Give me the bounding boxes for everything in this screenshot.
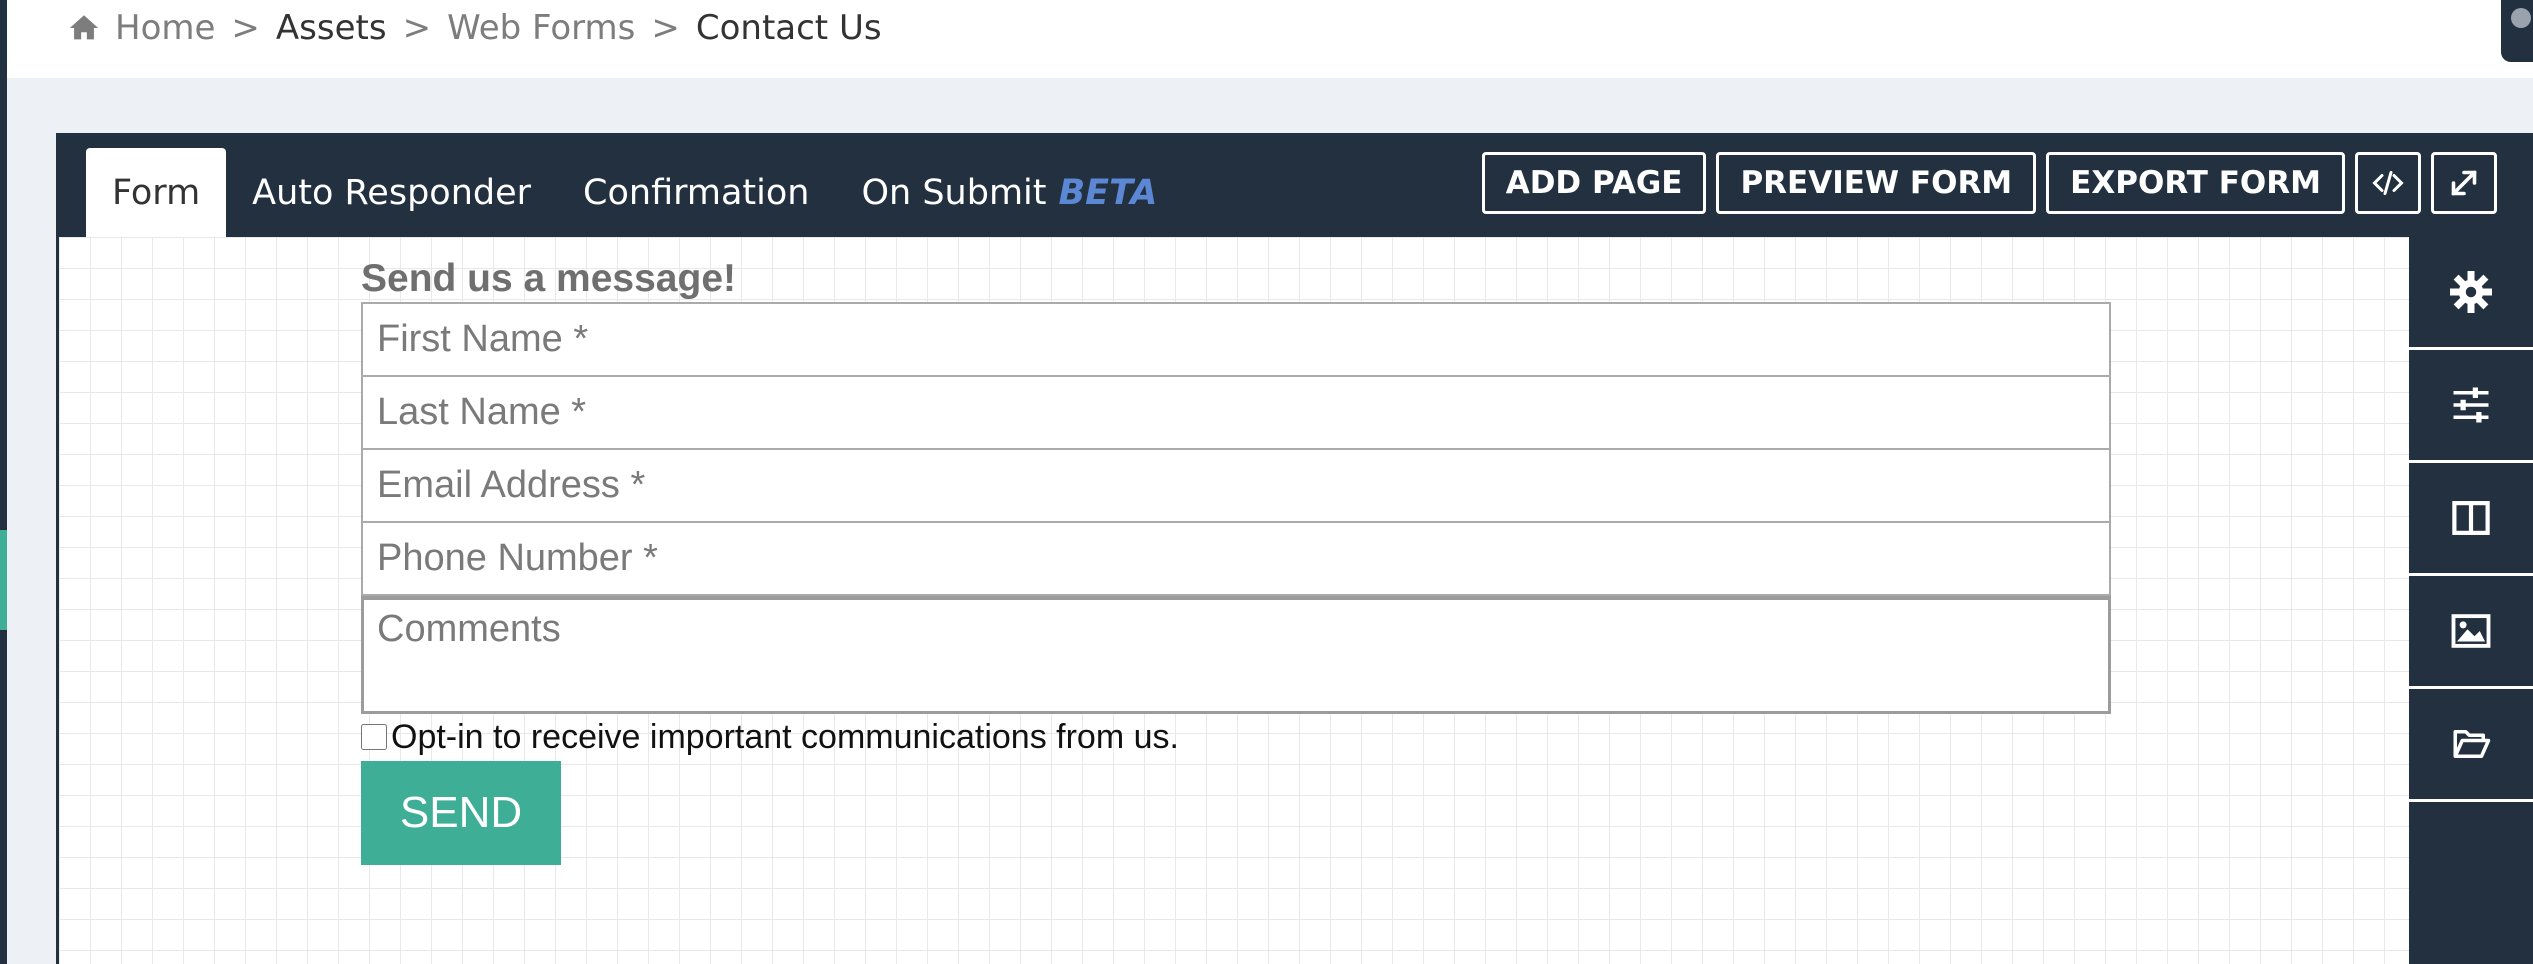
preview-form-button[interactable]: PREVIEW FORM: [1716, 152, 2037, 214]
breadcrumb-separator: >: [231, 8, 260, 48]
top-bar: Home > Assets > Web Forms > Contact Us: [7, 0, 2533, 78]
optin-row[interactable]: Opt-in to receive important communicatio…: [361, 717, 2111, 757]
side-toolbar: [2409, 237, 2533, 964]
gear-icon: [2450, 271, 2492, 313]
last-name-field[interactable]: [361, 375, 2111, 450]
open-files-button[interactable]: [2409, 689, 2533, 802]
first-name-field[interactable]: [361, 302, 2111, 377]
code-view-button[interactable]: [2355, 152, 2421, 214]
editor-actions: ADD PAGE PREVIEW FORM EXPORT FORM: [1481, 152, 2497, 214]
breadcrumb-home[interactable]: Home: [115, 8, 215, 48]
comments-field[interactable]: [361, 596, 2111, 714]
form-title: Send us a message!: [361, 257, 736, 300]
tab-confirmation[interactable]: Confirmation: [557, 148, 835, 237]
expand-icon: [2451, 170, 2477, 196]
sliders-icon: [2453, 387, 2489, 423]
beta-badge: BETA: [1058, 172, 1158, 213]
email-field[interactable]: [361, 448, 2111, 523]
tab-form-label: Form: [112, 172, 201, 213]
style-settings-button[interactable]: [2409, 350, 2533, 463]
insert-image-button[interactable]: [2409, 576, 2533, 689]
home-icon[interactable]: [67, 11, 101, 45]
tab-form[interactable]: Form: [86, 148, 227, 237]
breadcrumb-assets[interactable]: Assets: [276, 8, 387, 48]
breadcrumb-web-forms[interactable]: Web Forms: [447, 8, 635, 48]
send-button[interactable]: SEND: [361, 761, 561, 865]
form-canvas: Send us a message! Opt-in to receive imp…: [59, 237, 2409, 964]
tab-auto-responder[interactable]: Auto Responder: [226, 148, 557, 237]
form-editor-panel: Form Auto Responder Confirmation On Subm…: [56, 133, 2533, 964]
optin-label: Opt-in to receive important communicatio…: [391, 717, 1179, 756]
tab-confirmation-label: Confirmation: [583, 172, 810, 213]
contact-form: Send us a message! Opt-in to receive imp…: [361, 257, 2111, 865]
left-sidebar-edge: [0, 0, 7, 964]
tab-on-submit-label: On Submit: [861, 172, 1047, 213]
breadcrumb-current-page: Contact Us: [695, 8, 882, 48]
collapse-panel-button[interactable]: [2501, 0, 2533, 62]
collapse-icon: [2511, 8, 2531, 28]
editor-tabs: Form Auto Responder Confirmation On Subm…: [86, 148, 1183, 237]
breadcrumb-separator: >: [651, 8, 680, 48]
layout-columns-button[interactable]: [2409, 463, 2533, 576]
add-page-button[interactable]: ADD PAGE: [1481, 152, 1707, 214]
optin-checkbox[interactable]: [361, 724, 387, 750]
export-form-button[interactable]: EXPORT FORM: [2046, 152, 2345, 214]
settings-button[interactable]: [2409, 237, 2533, 350]
breadcrumb-separator: >: [402, 8, 432, 48]
columns-icon: [2452, 501, 2490, 535]
breadcrumb: Home > Assets > Web Forms > Contact Us: [67, 0, 882, 56]
phone-field[interactable]: [361, 521, 2111, 596]
tab-auto-responder-label: Auto Responder: [252, 172, 532, 213]
tab-on-submit[interactable]: On Submit BETA: [835, 148, 1183, 237]
fullscreen-button[interactable]: [2431, 152, 2497, 214]
left-sidebar-active-indicator: [0, 530, 7, 630]
code-icon: [2372, 171, 2404, 195]
image-icon: [2451, 614, 2491, 648]
folder-open-icon: [2453, 730, 2491, 758]
